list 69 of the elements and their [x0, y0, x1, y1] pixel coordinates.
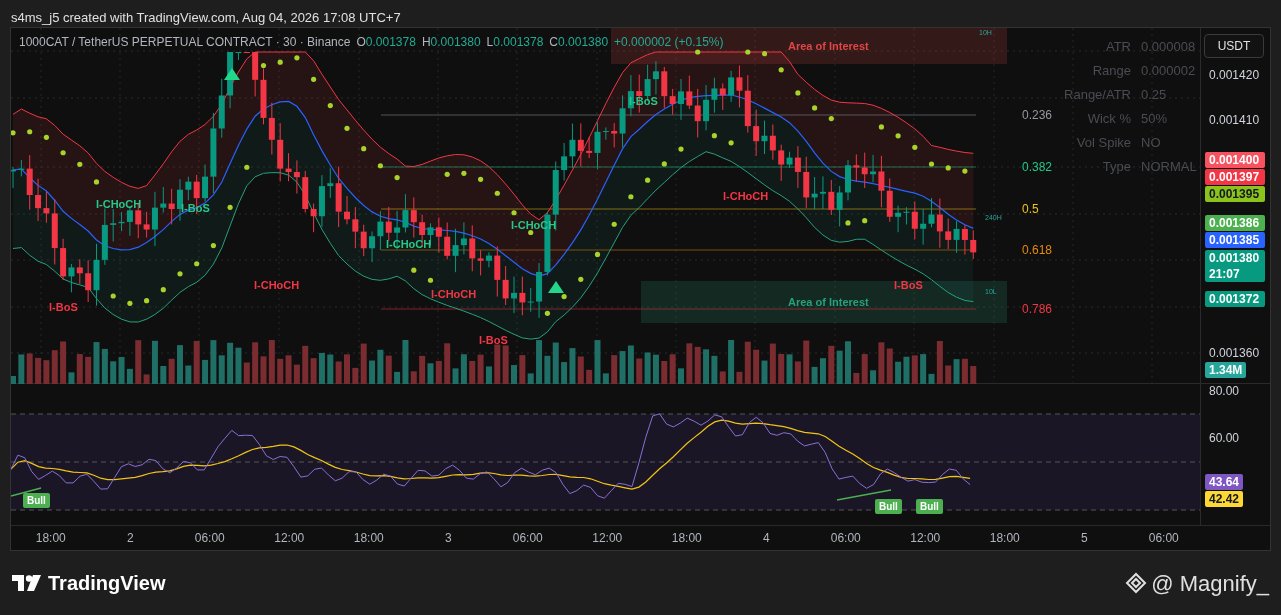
stat-label: ATR: [1104, 40, 1132, 54]
zone-label: Area of Interest: [788, 296, 869, 309]
price-tag: 0.001380 21:07: [1205, 250, 1265, 282]
price-tag: 43.64: [1205, 474, 1244, 490]
stat-label: Wick %: [1086, 112, 1132, 126]
stat-value: 0.000002: [1141, 64, 1197, 78]
time-axis-label: 5: [1080, 530, 1088, 547]
price-tag: 1.34M: [1205, 362, 1247, 378]
stat-value: 0.000008: [1141, 40, 1197, 54]
ohlc-value: L0.001378: [486, 34, 544, 51]
axis-price-label: 0.001360: [1209, 346, 1260, 360]
time-axis-label: 18:00: [989, 530, 1020, 547]
axis-price-label: 0.001410: [1209, 113, 1260, 127]
axis-price-label: 60.00: [1209, 431, 1240, 445]
time-axis-label: 3: [444, 530, 452, 547]
author-credit: @ Magnify_: [1151, 569, 1269, 598]
structure-label: I-CHoCH: [96, 198, 142, 211]
time-axis-label: 4: [762, 530, 770, 547]
currency-button[interactable]: USDT: [1204, 34, 1264, 58]
bull-signal-label: Bull: [916, 499, 943, 514]
price-tag: 0.001397: [1205, 169, 1265, 185]
stat-value: NO: [1141, 136, 1162, 150]
price-tag: 0.001395: [1205, 186, 1265, 202]
stat-value: NORMAL: [1141, 160, 1198, 174]
fib-level-label: 0.382: [1022, 160, 1053, 174]
bull-signal-label: Bull: [875, 499, 902, 514]
structure-label: I-CHoCH: [254, 279, 300, 292]
stat-label: Range: [1091, 64, 1132, 78]
snapshot-caption: s4ms_j5 created with TradingView.com, Aug 04, 2026 17:08 UTC+7: [11, 10, 401, 25]
structure-label: I-CHoCH: [723, 190, 769, 203]
time-axis-label: 06:00: [512, 530, 543, 547]
time-axis-label: 18:00: [35, 530, 66, 547]
brand-name: TradingView: [48, 571, 166, 596]
axis-price-label: 0.001420: [1209, 68, 1260, 82]
stat-value: 50%: [1141, 112, 1169, 126]
structure-label: I-BoS: [479, 334, 508, 347]
fib-level-label: 0.236: [1022, 108, 1053, 122]
time-axis-label: 12:00: [592, 530, 623, 547]
time-axis-label: 06:00: [1148, 530, 1179, 547]
stat-value: 0.25: [1141, 88, 1168, 102]
time-axis-label: 12:00: [910, 530, 941, 547]
fib-level-label: 0.618: [1022, 243, 1053, 257]
time-axis-label: 06:00: [830, 530, 861, 547]
stat-label: Range/ATR: [1063, 88, 1132, 102]
ohlc-value: C0.001380: [549, 34, 609, 51]
time-axis-label: 18:00: [671, 530, 702, 547]
price-tag: 0.001372: [1205, 291, 1265, 307]
price-tag: 42.42: [1205, 491, 1244, 507]
fib-level-label: 0.5: [1022, 202, 1039, 216]
time-axis-label: 12:00: [274, 530, 305, 547]
price-tag: 0.001386: [1205, 215, 1265, 231]
price-tag: 0.001385: [1205, 232, 1265, 248]
zone-label: Area of Interest: [788, 40, 869, 53]
time-axis-label: 18:00: [353, 530, 384, 547]
price-tag: 0.001400: [1205, 152, 1265, 168]
structure-label: I-CHoCH: [431, 288, 477, 301]
stat-label: Vol Spike: [1075, 136, 1132, 150]
time-axis-label: 2: [126, 530, 134, 547]
ohlc-value: H0.001380: [421, 34, 481, 51]
symbol-title: 1000CAT / TetherUS PERPETUAL CONTRACT · 30 · Binance: [19, 34, 351, 51]
price-change: +0.000002 (+0.15%): [614, 34, 724, 51]
structure-label: I-BoS: [49, 301, 78, 314]
structure-label: I-BoS: [894, 279, 923, 292]
time-axis-label: 06:00: [194, 530, 225, 547]
stat-label: Type: [1101, 160, 1132, 174]
fib-level-label: 0.786: [1022, 302, 1053, 316]
axis-price-label: 80.00: [1209, 384, 1240, 398]
bull-signal-label: Bull: [23, 493, 50, 508]
ohlc-value: O0.001378: [356, 34, 416, 51]
